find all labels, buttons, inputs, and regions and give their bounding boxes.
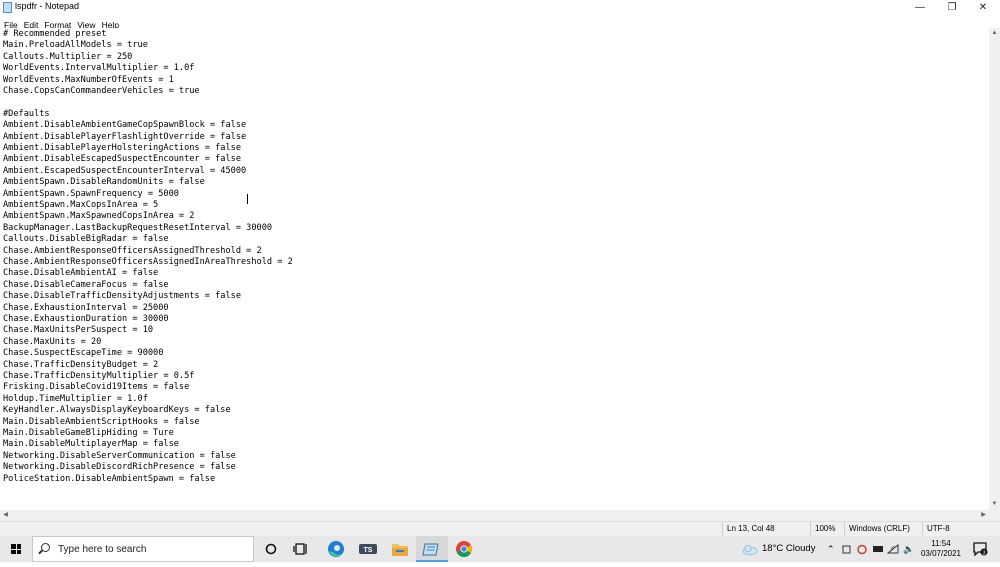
text-line[interactable]: Holdup.TimeMultiplier = 1.0f	[3, 394, 148, 405]
horizontal-scrollbar[interactable]: ◀ ▶	[0, 510, 989, 521]
scrollbar-corner	[989, 510, 1000, 521]
text-line[interactable]: AmbientSpawn.MaxCopsInArea = 5	[3, 200, 158, 211]
minimize-button[interactable]: —	[905, 0, 935, 15]
text-line[interactable]: Chase.DisableAmbientAI = false	[3, 268, 158, 279]
text-line[interactable]: Chase.ExhaustionDuration = 30000	[3, 314, 169, 325]
chrome-icon	[456, 541, 472, 557]
line-ending: Windows (CRLF)	[844, 522, 922, 536]
text-line[interactable]: Chase.AmbientResponseOfficersAssignedInA…	[3, 257, 293, 268]
text-line[interactable]: Chase.AmbientResponseOfficersAssignedThr…	[3, 246, 262, 257]
text-caret	[247, 194, 248, 204]
text-line[interactable]: Chase.TrafficDensityMultiplier = 0.5f	[3, 371, 194, 382]
task-view-button[interactable]	[286, 536, 318, 562]
vertical-scrollbar[interactable]: ▲ ▼	[989, 28, 1000, 510]
notepad-taskbar-icon	[422, 543, 439, 556]
text-line[interactable]: # Recommended preset	[3, 29, 106, 40]
text-line[interactable]: Main.DisableGameBlipHiding = Ture	[3, 428, 174, 439]
maximize-button[interactable]: ❐	[937, 0, 967, 15]
text-editor[interactable]: # Recommended preset Main.PreloadAllModel…	[0, 28, 989, 510]
text-line[interactable]: Main.DisableAmbientScriptHooks = false	[3, 417, 200, 428]
text-line[interactable]: Main.PreloadAllModels = true	[3, 40, 148, 51]
text-line[interactable]: Chase.SuspectEscapeTime = 90000	[3, 348, 163, 359]
text-line[interactable]: BackupManager.LastBackupRequestResetInte…	[3, 223, 272, 234]
close-button[interactable]: ✕	[968, 0, 998, 15]
notepad-taskbar-button[interactable]	[416, 536, 448, 562]
taskbar-search-box[interactable]: Type here to search	[32, 536, 254, 562]
notification-count: 3	[982, 550, 985, 556]
text-line[interactable]: Ambient.DisableEscapedSuspectEncounter =…	[3, 154, 241, 165]
text-line[interactable]: Ambient.DisablePlayerHolsteringActions =…	[3, 143, 241, 154]
scroll-up-icon[interactable]: ▲	[989, 28, 1000, 39]
menu-bar: File Edit Format View Help	[0, 15, 1000, 30]
notification-icon[interactable]: 3	[972, 542, 988, 556]
text-line[interactable]: Ambient.DisablePlayerFlashlightOverride …	[3, 132, 246, 143]
weather-cloud-icon[interactable]	[741, 542, 759, 556]
text-line[interactable]: Callouts.DisableBigRadar = false	[3, 234, 169, 245]
text-line[interactable]: AmbientSpawn.SpawnFrequency = 5000	[3, 189, 179, 200]
svg-text:TS: TS	[364, 547, 373, 554]
text-line[interactable]: #Defaults	[3, 109, 50, 120]
zoom-level: 100%	[810, 522, 844, 536]
status-bar: Ln 13, Col 48 100% Windows (CRLF) UTF-8	[0, 521, 1000, 536]
text-line[interactable]: KeyHandler.AlwaysDisplayKeyboardKeys = f…	[3, 405, 231, 416]
cortana-icon	[265, 543, 277, 555]
text-line[interactable]: Frisking.DisableCovid19Items = false	[3, 382, 189, 393]
file-explorer-button[interactable]	[384, 536, 416, 562]
text-line[interactable]: Networking.DisableDiscordRichPresence = …	[3, 462, 236, 473]
task-view-icon	[293, 543, 307, 555]
text-line[interactable]: Networking.DisableServerCommunication = …	[3, 451, 236, 462]
network-icon[interactable]: ◜	[891, 536, 895, 562]
text-line[interactable]: WorldEvents.MaxNumberOfEvents = 1	[3, 75, 174, 86]
chevron-up-icon[interactable]: ⌃	[827, 536, 835, 562]
text-line[interactable]: AmbientSpawn.MaxSpawnedCopsInArea = 2	[3, 211, 194, 222]
text-line[interactable]: PoliceStation.DisableAmbientSpawn = fals…	[3, 474, 215, 485]
text-line[interactable]: Chase.MaxUnitsPerSuspect = 10	[3, 325, 153, 336]
taskbar-clock[interactable]: 11:54 03/07/2021	[915, 539, 967, 559]
windows-start-icon	[11, 544, 21, 554]
scroll-left-icon[interactable]: ◀	[0, 510, 11, 521]
encoding: UTF-8	[922, 522, 988, 536]
volume-icon[interactable]: 🔈	[903, 536, 914, 562]
text-line[interactable]: Ambient.EscapedSuspectEncounterInterval …	[3, 166, 246, 177]
text-line[interactable]: Callouts.Multiplier = 250	[3, 52, 132, 63]
ts-app-icon: TS	[359, 544, 377, 554]
text-line[interactable]: Chase.DisableTrafficDensityAdjustments =…	[3, 291, 241, 302]
edge-icon	[328, 541, 344, 557]
text-line[interactable]: Chase.MaxUnits = 20	[3, 337, 101, 348]
text-line[interactable]: AmbientSpawn.DisableRandomUnits = false	[3, 177, 205, 188]
file-explorer-icon	[392, 544, 408, 556]
ts-app-button[interactable]: TS	[352, 536, 384, 562]
text-line[interactable]: Main.DisableMultiplayerMap = false	[3, 439, 179, 450]
text-line[interactable]: Chase.ExhaustionInterval = 25000	[3, 303, 169, 314]
search-placeholder: Type here to search	[58, 544, 147, 555]
text-line[interactable]: Chase.TrafficDensityBudget = 2	[3, 360, 158, 371]
start-button[interactable]	[0, 536, 32, 562]
text-line[interactable]: Chase.DisableCameraFocus = false	[3, 280, 169, 291]
text-line[interactable]: Chase.CopsCanCommandeerVehicles = true	[3, 86, 200, 97]
clock-time: 11:54	[931, 539, 951, 548]
window-title: lspdfr - Notepad	[15, 1, 80, 11]
taskbar: Type here to search TS 18°C Cloudy ⌃ ◜ 🔈…	[0, 536, 1000, 562]
scroll-right-icon[interactable]: ▶	[978, 510, 989, 521]
cortana-button[interactable]	[255, 536, 287, 562]
clock-date: 03/07/2021	[920, 549, 962, 558]
search-icon	[41, 543, 50, 552]
chrome-button[interactable]	[448, 536, 480, 562]
weather-text[interactable]: 18°C Cloudy	[762, 536, 815, 562]
cursor-position: Ln 13, Col 48	[722, 522, 810, 536]
edge-button[interactable]	[320, 536, 352, 562]
text-line[interactable]: WorldEvents.IntervalMultiplier = 1.0f	[3, 63, 194, 74]
notepad-app-icon[interactable]	[3, 2, 12, 13]
text-line[interactable]: Ambient.DisableAmbientGameCopSpawnBlock …	[3, 120, 246, 131]
title-bar: lspdfr - Notepad — ❐ ✕	[0, 0, 1000, 15]
scroll-down-icon[interactable]: ▼	[989, 499, 1000, 510]
